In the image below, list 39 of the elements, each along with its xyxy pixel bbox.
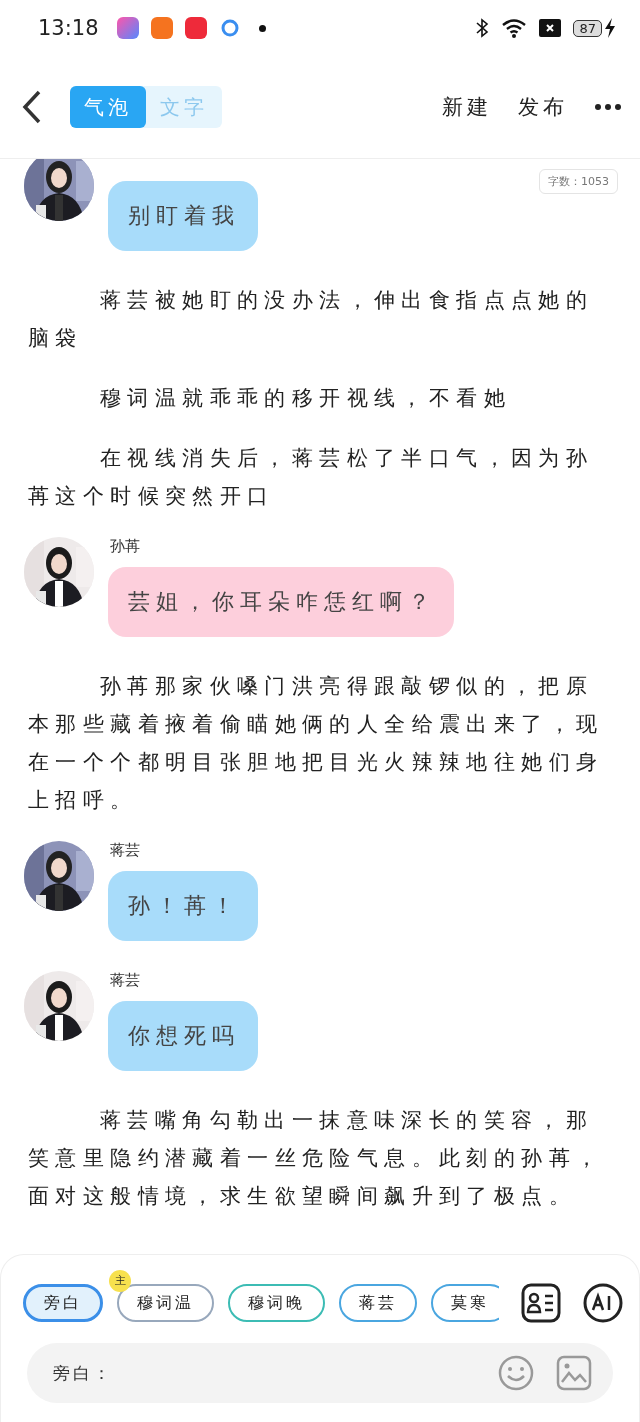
narration-paragraph: 穆词温就乖乖的移开视线，不看她	[99, 385, 512, 412]
speaker-name: 蒋芸	[110, 841, 141, 859]
emoji-icon[interactable]	[497, 1354, 535, 1392]
charging-icon	[604, 18, 616, 38]
narration-paragraph: 在视线消失后，蒋芸松了半口气，因为孙苒这个时候突然开口	[28, 445, 595, 510]
ai-icon[interactable]	[583, 1283, 623, 1323]
more-icon[interactable]	[594, 103, 622, 111]
main-badge: 主	[109, 1270, 131, 1292]
speaker-name: 孙苒	[110, 537, 141, 555]
app-icon	[116, 17, 139, 39]
header-action[interactable]: 新建	[442, 93, 492, 121]
chat-bubble: 你想死吗	[108, 1001, 258, 1071]
chat-bubble: 芸姐，你耳朵咋恁红啊？	[108, 567, 454, 637]
header-action[interactable]: 发布	[518, 93, 568, 121]
image-icon[interactable]	[555, 1354, 593, 1392]
chat-bubble: 别盯着我	[108, 181, 258, 251]
wifi-icon	[501, 18, 528, 38]
chat-bubble: 孙！苒！	[108, 871, 258, 941]
message-field[interactable]: 旁白：	[27, 1343, 613, 1403]
app-icon	[184, 17, 207, 39]
back-icon[interactable]	[22, 90, 42, 124]
contact-card-icon[interactable]	[521, 1283, 561, 1323]
role-chip[interactable]: 莫寒	[431, 1284, 499, 1322]
sim-icon	[539, 19, 562, 37]
role-chip[interactable]: 穆词温	[117, 1284, 214, 1322]
role-chip[interactable]: 旁白	[23, 1284, 103, 1322]
speaker-name: 蒋芸	[110, 971, 141, 989]
narration-paragraph: 孙苒那家伙嗓门洪亮得跟敲锣似的，把原本那些藏着掖着偷瞄她俩的人全给震出来了，现在一个个都明目张胆地把目光火辣辣地往她们身上招呼。	[28, 673, 605, 814]
narration-paragraph: 蒋芸嘴角勾勒出一抹意味深长的笑容，那笑意里隐约潜藏着一丝危险气息。此刻的孙苒，面对这般情境，求生欲望瞬间飙升到了极点。	[28, 1107, 605, 1210]
notification-dot	[258, 24, 266, 32]
role-chip[interactable]: 穆词晚	[228, 1284, 325, 1322]
battery-icon: 87	[573, 19, 602, 37]
role-chip[interactable]: 蒋芸	[339, 1284, 417, 1322]
message-input[interactable]: 旁白：	[51, 1362, 497, 1384]
app-icon	[150, 17, 173, 39]
word-count: 字数：1053	[539, 169, 618, 194]
bluetooth-icon	[475, 18, 490, 38]
narration-paragraph: 蒋芸被她盯的没办法，伸出食指点点她的脑袋	[28, 287, 595, 352]
status-time: 13:18	[38, 16, 99, 40]
